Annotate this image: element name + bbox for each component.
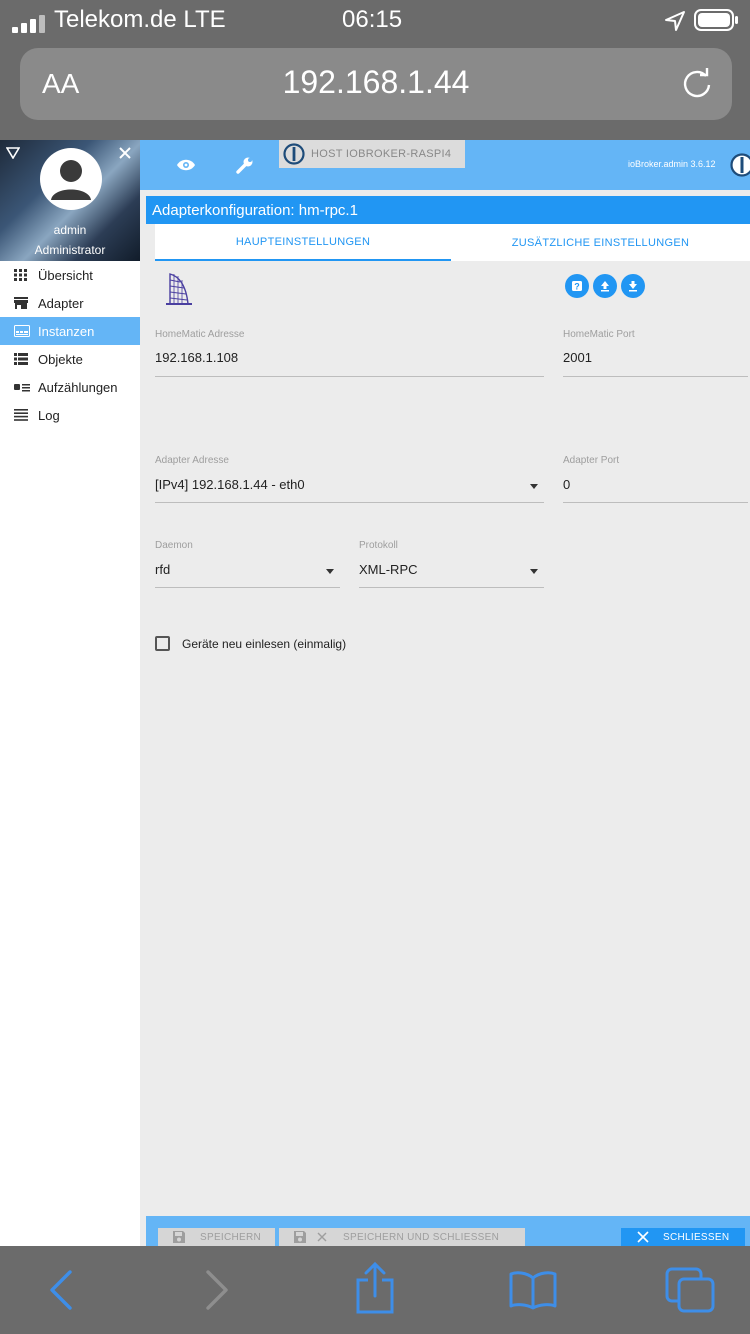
adapter-address-label: Adapter Adresse bbox=[155, 455, 229, 466]
sidebar-item-uebersicht[interactable]: Übersicht bbox=[0, 261, 140, 289]
reload-devices-label: Geräte neu einlesen (einmalig) bbox=[182, 637, 347, 651]
close-icon[interactable] bbox=[118, 146, 132, 160]
host-label: HOST IOBROKER-RASPI4 bbox=[311, 148, 452, 160]
back-icon[interactable] bbox=[48, 1270, 74, 1310]
daemon-label: Daemon bbox=[155, 540, 193, 551]
user-role: Administrator bbox=[34, 243, 106, 257]
tab-zusaetzliche-einstellungen[interactable]: ZUSÄTZLICHE EINSTELLUNGEN bbox=[451, 224, 750, 261]
share-icon[interactable] bbox=[354, 1261, 396, 1314]
sidebar-item-label: Aufzählungen bbox=[38, 379, 118, 395]
carrier-label: Telekom.de LTE bbox=[54, 6, 226, 33]
homematic-address-input[interactable]: 192.168.1.108 bbox=[155, 350, 238, 365]
sidebar-item-aufzaehlungen[interactable]: Aufzählungen bbox=[0, 373, 140, 401]
chevron-down-icon[interactable] bbox=[326, 569, 334, 574]
list-icon bbox=[14, 353, 28, 365]
signal-icon bbox=[12, 12, 48, 33]
daemon-underline bbox=[155, 587, 340, 588]
protocol-underline bbox=[359, 587, 544, 588]
content-area bbox=[140, 190, 750, 1246]
sidebar-item-adapter[interactable]: Adapter bbox=[0, 289, 140, 317]
chevron-down-icon[interactable] bbox=[530, 484, 538, 489]
sidebar-item-label: Instanzen bbox=[38, 323, 95, 339]
forward-icon[interactable] bbox=[204, 1270, 230, 1310]
close-label: SCHLIESSEN bbox=[663, 1231, 730, 1243]
host-selector[interactable]: HOST IOBROKER-RASPI4 bbox=[279, 140, 465, 168]
sidebar-item-log[interactable]: Log bbox=[0, 401, 140, 429]
sidebar-item-label: Übersicht bbox=[38, 267, 93, 283]
homematic-port-input[interactable]: 2001 bbox=[563, 350, 592, 365]
bookmarks-icon[interactable] bbox=[508, 1270, 558, 1310]
address-bar[interactable]: AA 192.168.1.44 bbox=[20, 48, 732, 120]
tab-haupteinstellungen[interactable]: HAUPTEINSTELLUNGEN bbox=[155, 224, 451, 261]
close-icon bbox=[317, 1232, 327, 1242]
status-bar: Telekom.de LTE 06:15 bbox=[0, 0, 750, 40]
grid-icon bbox=[14, 269, 28, 281]
sidebar-item-label: Log bbox=[38, 407, 60, 423]
tab-bar: HAUPTEINSTELLUNGEN ZUSÄTZLICHE EINSTELLU… bbox=[155, 224, 750, 261]
save-label: SPEICHERN bbox=[200, 1231, 262, 1243]
daemon-select[interactable]: rfd bbox=[155, 562, 170, 577]
wrench-icon[interactable] bbox=[236, 156, 254, 174]
save-icon bbox=[172, 1230, 186, 1244]
reload-devices-checkbox[interactable] bbox=[155, 636, 170, 651]
url-text[interactable]: 192.168.1.44 bbox=[20, 64, 732, 101]
close-icon bbox=[637, 1231, 649, 1243]
adapter-port-underline bbox=[563, 502, 748, 503]
menu-toggle-icon[interactable] bbox=[5, 146, 21, 160]
save-button[interactable]: SPEICHERN bbox=[158, 1228, 275, 1246]
adapter-address-underline bbox=[155, 502, 544, 503]
tabs-icon[interactable] bbox=[664, 1266, 716, 1314]
eye-icon[interactable] bbox=[176, 158, 196, 172]
iobroker-logo-icon bbox=[730, 153, 750, 177]
save-close-label: SPEICHERN UND SCHLIESSEN bbox=[343, 1231, 500, 1243]
homematic-port-underline bbox=[563, 376, 748, 377]
profile-header: admin Administrator bbox=[0, 140, 140, 261]
reload-icon[interactable] bbox=[680, 66, 714, 100]
svg-text:?: ? bbox=[574, 282, 580, 292]
adapter-port-label: Adapter Port bbox=[563, 455, 620, 466]
help-button[interactable]: ? bbox=[565, 274, 589, 298]
sidebar-item-objekte[interactable]: Objekte bbox=[0, 345, 140, 373]
version-label: ioBroker.admin 3.6.12 bbox=[628, 159, 716, 169]
instances-icon bbox=[14, 325, 30, 337]
homematic-address-underline bbox=[155, 376, 544, 377]
config-title: Adapterkonfiguration: hm-rpc.1 bbox=[146, 196, 750, 224]
clock: 06:15 bbox=[342, 6, 403, 33]
close-button[interactable]: SCHLIESSEN bbox=[621, 1228, 745, 1246]
sidebar-item-label: Objekte bbox=[38, 351, 83, 367]
homematic-port-label: HomeMatic Port bbox=[563, 329, 635, 340]
save-icon bbox=[293, 1230, 307, 1244]
adapter-address-select[interactable]: [IPv4] 192.168.1.44 - eth0 bbox=[155, 477, 305, 492]
protocol-select[interactable]: XML-RPC bbox=[359, 562, 418, 577]
protocol-label: Protokoll bbox=[359, 540, 398, 551]
store-icon bbox=[14, 297, 28, 309]
download-button[interactable] bbox=[621, 274, 645, 298]
homematic-address-label: HomeMatic Adresse bbox=[155, 329, 245, 340]
battery-icon bbox=[694, 8, 740, 32]
app-header: HOST IOBROKER-RASPI4 ioBroker.admin 3.6.… bbox=[140, 140, 750, 190]
enum-icon bbox=[14, 381, 30, 393]
location-icon bbox=[664, 10, 686, 32]
sidebar-item-instanzen[interactable]: Instanzen bbox=[0, 317, 140, 345]
iobroker-logo-icon bbox=[283, 143, 305, 165]
chevron-down-icon[interactable] bbox=[530, 569, 538, 574]
adapter-port-input[interactable]: 0 bbox=[563, 477, 570, 492]
sidebar-item-label: Adapter bbox=[38, 295, 84, 311]
browser-toolbar bbox=[0, 1246, 750, 1334]
save-close-button[interactable]: SPEICHERN UND SCHLIESSEN bbox=[279, 1228, 525, 1246]
adapter-logo-icon bbox=[164, 270, 194, 306]
upload-button[interactable] bbox=[593, 274, 617, 298]
log-icon bbox=[14, 409, 28, 421]
avatar bbox=[40, 148, 102, 210]
username: admin bbox=[53, 223, 87, 237]
